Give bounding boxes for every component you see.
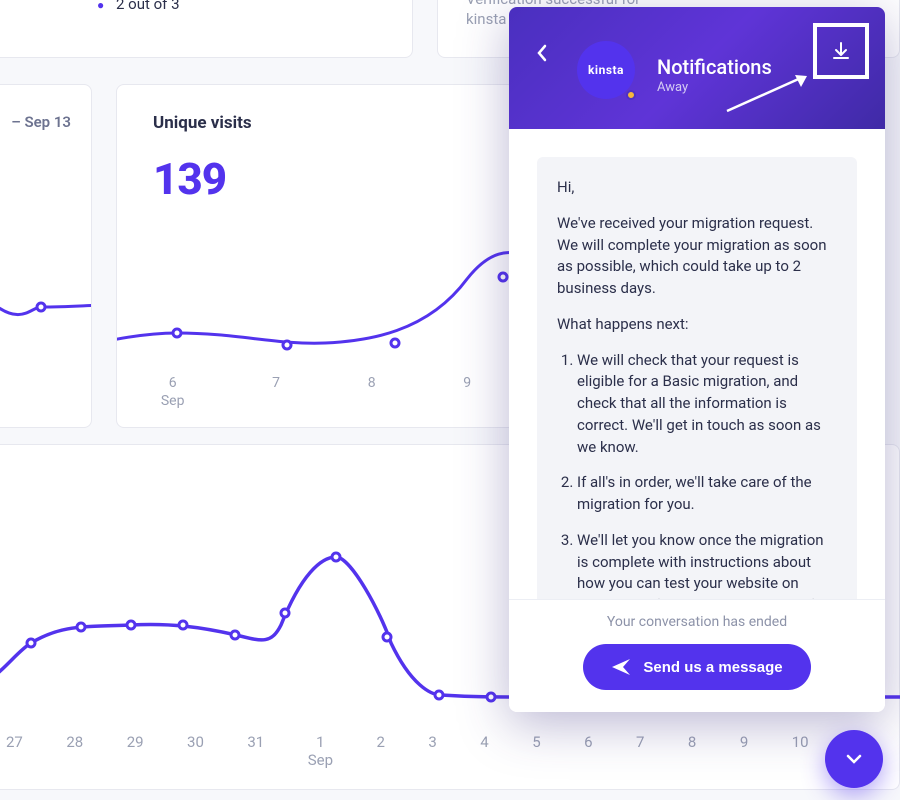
unique-visits-card: Unique visits 139 6 Sep 7 8 9 bbox=[116, 84, 516, 428]
bx-7: 3 bbox=[428, 733, 436, 769]
chat-footer: Your conversation has ended Send us a me… bbox=[509, 599, 885, 712]
bullet-icon: ● bbox=[97, 0, 104, 12]
progress-card: ● 2 out of 3 bbox=[0, 0, 413, 58]
unique-sparkline bbox=[117, 235, 517, 365]
bx-4: 31 bbox=[247, 733, 264, 769]
bx-0: 27 bbox=[6, 733, 23, 769]
prev-sparkline bbox=[0, 207, 91, 367]
msg-p2: What happens next: bbox=[557, 314, 837, 336]
progress-label: 2 out of 3 bbox=[116, 0, 180, 13]
uniq-x-1: 7 bbox=[272, 375, 280, 409]
msg-p1: We've received your migration request. W… bbox=[557, 213, 837, 300]
bx-3: 30 bbox=[187, 733, 204, 769]
bx-1: 28 bbox=[66, 733, 83, 769]
bx-10: 6 bbox=[584, 733, 592, 769]
chat-status: Away bbox=[657, 80, 688, 95]
prev-period-card: – Sep 13 12 bbox=[0, 84, 92, 428]
chat-body[interactable]: Hi, We've received your migration reques… bbox=[509, 129, 885, 599]
message-bubble: Hi, We've received your migration reques… bbox=[537, 157, 857, 599]
send-label: Send us a message bbox=[643, 659, 782, 676]
avatar-brand: kinsta bbox=[588, 63, 624, 77]
uniq-x-2: 8 bbox=[368, 375, 376, 409]
chat-panel: kinsta Notifications Away Hi, We've rece… bbox=[509, 7, 885, 712]
msg-greeting: Hi, bbox=[557, 177, 837, 199]
send-icon bbox=[611, 658, 631, 676]
conversation-ended-label: Your conversation has ended bbox=[529, 614, 865, 630]
msg-step-3: We'll let you know once the migration is… bbox=[577, 530, 837, 599]
chevron-down-icon bbox=[844, 749, 864, 769]
uniq-month: Sep bbox=[161, 393, 185, 409]
chat-collapse-fab[interactable] bbox=[825, 730, 883, 788]
annotation-arrow-icon bbox=[725, 73, 809, 113]
msg-step-1: We will check that your request is eligi… bbox=[577, 350, 837, 459]
bx-13: 9 bbox=[740, 733, 748, 769]
presence-dot-icon bbox=[626, 90, 636, 100]
bx-9: 5 bbox=[532, 733, 540, 769]
msg-step-2: If all's in order, we'll take care of th… bbox=[577, 472, 837, 516]
uniq-x-3: 9 bbox=[463, 375, 471, 409]
uniq-x-0: 6 bbox=[169, 375, 177, 391]
bx-8: 4 bbox=[480, 733, 488, 769]
bx-2: 29 bbox=[127, 733, 144, 769]
chat-title: Notifications bbox=[657, 55, 772, 79]
bx-6: 2 bbox=[376, 733, 384, 769]
bx-11: 7 bbox=[636, 733, 644, 769]
bx-12: 8 bbox=[688, 733, 696, 769]
unique-value: 139 bbox=[153, 153, 479, 205]
chat-header: kinsta Notifications Away bbox=[509, 7, 885, 129]
bx-5: 1 bbox=[316, 733, 324, 751]
avatar: kinsta bbox=[577, 41, 635, 99]
chevron-left-icon bbox=[533, 43, 553, 63]
lower-xaxis: 27 28 29 30 31 1 Sep 2 3 4 5 6 7 8 9 10 … bbox=[6, 733, 869, 769]
send-message-button[interactable]: Send us a message bbox=[583, 644, 810, 690]
download-transcript-button[interactable] bbox=[813, 23, 869, 79]
chat-back-button[interactable] bbox=[533, 43, 557, 67]
bx-14: 10 bbox=[792, 733, 809, 769]
bx-month: Sep bbox=[308, 751, 333, 769]
unique-title: Unique visits bbox=[153, 113, 479, 133]
date-range: – Sep 13 bbox=[0, 113, 71, 131]
download-icon bbox=[830, 40, 852, 62]
